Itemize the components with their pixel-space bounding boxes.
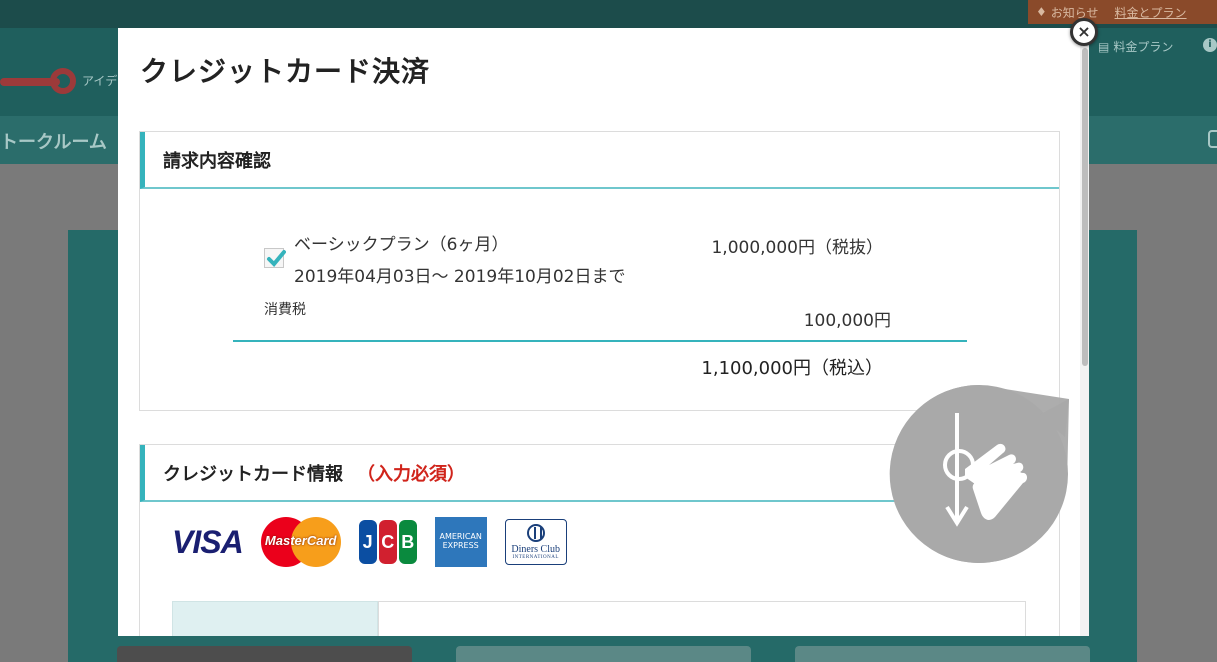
modal-scrollbar-thumb[interactable] bbox=[1082, 48, 1088, 366]
total-amount: 1,100,000円（税込） bbox=[701, 358, 883, 379]
nav-title[interactable]: トークルーム bbox=[0, 128, 107, 154]
visa-logo: VISA bbox=[172, 523, 244, 560]
plan-price: 1,000,000円（税抜） bbox=[711, 238, 883, 258]
card-brand-logos: VISA MasterCard J C B AMERICAN EXPRESS D… bbox=[172, 517, 567, 567]
plan-checkbox[interactable] bbox=[264, 248, 286, 268]
close-button[interactable]: × bbox=[1070, 18, 1098, 46]
notice-link[interactable]: ♦ お知らせ bbox=[1028, 4, 1107, 21]
card-number-label-cell bbox=[172, 601, 378, 636]
diners-ring-icon bbox=[526, 524, 545, 542]
plan-icon: ▤ bbox=[1098, 39, 1110, 54]
billing-section: 請求内容確認 ベーシックプラン（6ヶ月） 2019年04月03日～ 2019年1… bbox=[139, 131, 1060, 411]
diners-club-logo: Diners Club INTERNATIONAL bbox=[504, 519, 567, 565]
scroll-down-hint-icon bbox=[889, 385, 1069, 563]
amex-logo: AMERICAN EXPRESS bbox=[434, 517, 487, 567]
total-divider bbox=[233, 340, 967, 342]
pricing-link[interactable]: 料金とプラン bbox=[1107, 4, 1195, 21]
tax-label: 消費税 bbox=[264, 302, 306, 318]
nav-icon[interactable] bbox=[1208, 130, 1217, 148]
bell-icon: ♦ bbox=[1036, 5, 1047, 19]
plan-name: ベーシックプラン（6ヶ月） bbox=[294, 235, 509, 255]
jcb-logo: J C B bbox=[358, 520, 417, 564]
modal-title: クレジットカード決済 bbox=[140, 55, 431, 88]
plan-link[interactable]: ▤ 料金プラン bbox=[1098, 38, 1173, 55]
required-label: （入力必須） bbox=[357, 463, 465, 485]
tax-value: 100,000円 bbox=[803, 311, 891, 331]
bg-card bbox=[795, 646, 1090, 662]
plan-period: 2019年04月03日～ 2019年10月02日まで bbox=[294, 267, 626, 287]
bg-card bbox=[456, 646, 751, 662]
card-number-input[interactable] bbox=[378, 601, 1026, 636]
logo-mark-ring bbox=[50, 68, 76, 94]
billing-heading: 請求内容確認 bbox=[140, 132, 1059, 189]
bg-card bbox=[117, 646, 412, 662]
check-icon bbox=[267, 250, 286, 267]
notice-bar: ♦ お知らせ 料金とプラン bbox=[1028, 0, 1217, 24]
mastercard-logo: MasterCard bbox=[260, 517, 341, 567]
app-logo[interactable]: アイデ bbox=[0, 66, 118, 96]
info-icon[interactable]: i bbox=[1203, 38, 1217, 52]
logo-text: アイデ bbox=[82, 74, 118, 88]
